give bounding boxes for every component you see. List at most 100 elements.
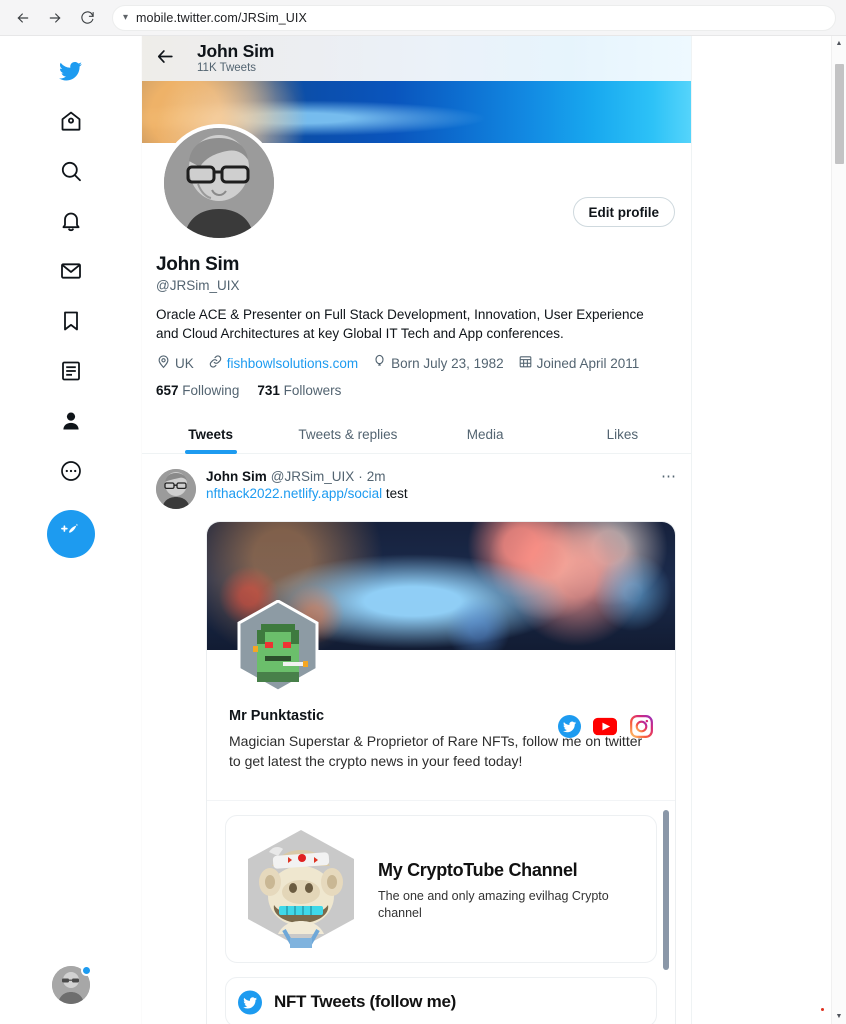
twitter-sidebar (0, 36, 142, 1024)
profile-meta: UK fishbowlsolutions.com Born July 23, 1… (156, 354, 677, 372)
notification-dot (80, 965, 92, 976)
joined-text: Joined April 2011 (536, 355, 640, 371)
compose-tweet-button[interactable] (46, 510, 95, 558)
followers-stat[interactable]: 731 Followers (257, 383, 341, 398)
tweet-author-name[interactable]: John Sim (206, 469, 267, 484)
home-icon (59, 109, 83, 133)
link-icon (208, 354, 223, 372)
location-pin-icon (156, 354, 171, 372)
browser-forward-button[interactable] (42, 5, 68, 31)
browser-back-button[interactable] (10, 5, 36, 31)
ape-nft-avatar (238, 826, 364, 952)
sidebar-item-lists[interactable] (46, 346, 96, 396)
profile-joined: Joined April 2011 (518, 354, 640, 372)
embed-scrollbar-thumb[interactable] (663, 810, 669, 970)
person-icon (59, 409, 83, 433)
tweet-author-handle: @JRSim_UIX (270, 469, 355, 484)
sidebar-item-more[interactable] (46, 446, 96, 496)
youtube-icon[interactable] (593, 714, 617, 738)
following-label: Following (182, 383, 240, 399)
list-item[interactable]: My CryptoTube Channel The one and only a… (225, 815, 657, 963)
browser-url-bar[interactable]: ▾ mobile.twitter.com/JRSim_UIX (112, 4, 836, 31)
mail-icon (59, 259, 83, 283)
instagram-icon[interactable] (629, 714, 653, 738)
more-options-icon[interactable]: ⋯ (661, 469, 677, 484)
tweet-separator: · (358, 469, 363, 484)
sub-card-description: The one and only amazing evilhag Crypto … (378, 888, 609, 920)
browser-toolbar: ▾ mobile.twitter.com/JRSim_UIX (0, 0, 846, 36)
tab-tweets[interactable]: Tweets (142, 416, 279, 454)
chevron-down-icon: ▾ (123, 12, 129, 23)
tweet-item: John Sim @JRSim_UIX · 2m ⋯ nfthack2022.n… (142, 461, 691, 1024)
profile-location: UK (156, 354, 194, 372)
twitter-bird-icon (58, 59, 83, 84)
scrollbar-thumb[interactable] (835, 64, 844, 164)
sidebar-item-explore[interactable] (46, 146, 96, 196)
profile-header-bar: John Sim 11K Tweets (142, 36, 691, 81)
embed-social-links (557, 714, 653, 738)
search-icon (59, 159, 83, 183)
profile-website[interactable]: fishbowlsolutions.com (208, 354, 358, 372)
profile-handle: @JRSim_UIX (156, 278, 240, 293)
profile-main-column: John Sim 11K Tweets Edit profile John Si… (142, 36, 692, 1024)
bookmark-icon (59, 309, 83, 333)
tweet-content: John Sim @JRSim_UIX · 2m ⋯ nfthack2022.n… (206, 469, 677, 509)
list-item[interactable]: NFT Tweets (follow me) (225, 977, 657, 1024)
tweet-author-avatar[interactable] (156, 469, 196, 509)
back-button[interactable] (156, 47, 175, 71)
tweet-meta-line: John Sim @JRSim_UIX · 2m ⋯ (206, 469, 677, 485)
profile-bio: Oracle ACE & Presenter on Full Stack Dev… (156, 307, 644, 341)
sub-card-title: NFT Tweets (follow me) (274, 992, 456, 1011)
page-marker-dot (821, 1008, 824, 1011)
birthday-text: Born July 23, 1982 (391, 355, 504, 371)
tweet-timestamp[interactable]: 2m (367, 469, 386, 484)
sidebar-item-home[interactable] (46, 96, 96, 146)
back-arrow-icon (156, 47, 175, 71)
bell-icon (59, 209, 83, 233)
calendar-icon (518, 354, 533, 372)
website-link[interactable]: fishbowlsolutions.com (227, 356, 358, 371)
profile-name: John Sim (156, 254, 240, 275)
followers-label: Followers (283, 383, 342, 399)
more-circle-icon (59, 459, 83, 483)
compose-tweet-icon (59, 520, 83, 549)
twitter-icon (238, 990, 262, 1014)
page-viewport: John Sim 11K Tweets Edit profile John Si… (0, 36, 846, 1024)
scroll-up-arrow[interactable]: ▲ (832, 36, 846, 51)
followers-count: 731 (257, 383, 280, 399)
profile-details: John Sim @JRSim_UIX Oracle ACE & Present… (142, 254, 691, 398)
sidebar-item-messages[interactable] (46, 246, 96, 296)
sub-card-text: My CryptoTube Channel The one and only a… (378, 856, 644, 921)
sidebar-item-notifications[interactable] (46, 196, 96, 246)
edit-profile-button[interactable]: Edit profile (572, 197, 675, 227)
url-text: mobile.twitter.com/JRSim_UIX (136, 10, 307, 25)
browser-reload-button[interactable] (74, 5, 100, 31)
list-icon (59, 359, 83, 383)
profile-tabs: Tweets Tweets & replies Media Likes (142, 416, 691, 454)
tweet-count: 11K Tweets (197, 62, 257, 75)
page-title: John Sim (197, 40, 275, 61)
twitter-icon[interactable] (557, 714, 581, 738)
tab-media[interactable]: Media (417, 416, 554, 453)
embedded-nft-card[interactable]: 0x1Eb05E2Ab2e838EB2c5ce9AEfb66068313FFED… (206, 521, 676, 1024)
profile-birthday: Born July 23, 1982 (372, 354, 504, 372)
tweet-text-rest: test (382, 486, 408, 501)
tweet-text: nfthack2022.netlify.app/social test (206, 486, 677, 501)
sub-card-title: My CryptoTube Channel (378, 860, 578, 881)
location-text: UK (175, 355, 194, 371)
balloon-icon (372, 354, 387, 372)
tab-likes[interactable]: Likes (554, 416, 691, 453)
embed-links-list: My CryptoTube Channel The one and only a… (207, 800, 675, 1024)
page-scrollbar[interactable]: ▲ ▼ (831, 36, 846, 1024)
tweet-link[interactable]: nfthack2022.netlify.app/social (206, 486, 382, 501)
sidebar-item-profile[interactable] (46, 396, 96, 446)
profile-stats: 657 Following 731 Followers (156, 383, 677, 398)
tab-tweets-replies[interactable]: Tweets & replies (279, 416, 416, 453)
sidebar-item-bookmarks[interactable] (46, 296, 96, 346)
sidebar-account-button[interactable] (51, 965, 92, 1004)
header-titles: John Sim 11K Tweets (197, 40, 275, 75)
profile-avatar[interactable] (160, 124, 278, 242)
scroll-down-arrow[interactable]: ▼ (832, 1009, 846, 1024)
sidebar-item-twitter-logo[interactable] (46, 46, 96, 96)
following-stat[interactable]: 657 Following (156, 383, 239, 398)
